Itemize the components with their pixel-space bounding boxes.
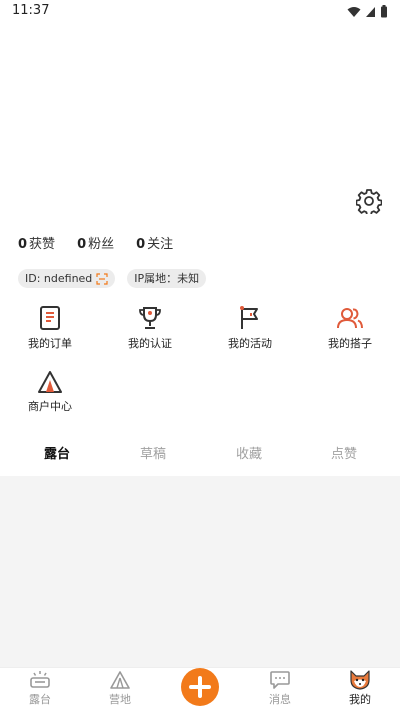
menu-my-orders-label: 我的订单 (28, 337, 72, 350)
battery-icon (381, 5, 387, 18)
menu-my-orders[interactable]: 我的订单 (0, 305, 100, 351)
menu-merchant-center-label: 商户中心 (28, 400, 72, 413)
id-tag[interactable]: ID: ndefined (18, 269, 116, 288)
add-post-button[interactable] (181, 668, 219, 706)
stat-likes[interactable]: 0 获赞 (18, 233, 55, 252)
tab-likes[interactable]: 点赞 (331, 443, 357, 462)
profile-stats: 0 获赞 0 粉丝 0 关注 (18, 233, 195, 252)
profile-tags: ID: ndefined IP属地：未知 (18, 269, 207, 288)
order-icon (40, 306, 60, 330)
menu-my-partners[interactable]: 我的搭子 (300, 305, 400, 351)
stat-fans[interactable]: 0 粉丝 (77, 233, 114, 252)
nav-messages[interactable]: 消息 (250, 670, 310, 707)
nav-camp[interactable]: 营地 (90, 670, 150, 707)
status-icons (347, 5, 388, 18)
tab-favorites[interactable]: 收藏 (236, 443, 262, 462)
tab-drafts[interactable]: 草稿 (140, 443, 166, 462)
content-tabs: 露台 草稿 收藏 点赞 (0, 440, 400, 466)
nav-mine-label: 我的 (349, 693, 371, 706)
menu-my-certification[interactable]: 我的认证 (100, 305, 200, 351)
nav-camp-label: 营地 (109, 693, 131, 706)
menu-my-certification-label: 我的认证 (128, 337, 172, 350)
copy-icon[interactable] (96, 272, 108, 285)
tab-terrace[interactable]: 露台 (44, 443, 70, 462)
terrace-icon (30, 671, 50, 688)
menu-my-activities-label: 我的活动 (228, 337, 272, 350)
stat-following[interactable]: 0 关注 (136, 233, 173, 252)
ip-location-tag: IP属地：未知 (127, 269, 207, 288)
add-icon (189, 676, 211, 698)
menu-my-activities[interactable]: 我的活动 (200, 305, 300, 351)
signal-icon (366, 6, 375, 17)
camp-icon (110, 671, 130, 689)
stat-following-count: 0 (136, 237, 146, 252)
flag-icon (240, 306, 258, 329)
id-tag-text: ID: ndefined (25, 272, 93, 285)
content-area (0, 476, 400, 667)
ip-location-text: IP属地：未知 (134, 272, 200, 285)
nav-messages-label: 消息 (269, 693, 291, 706)
tent-icon (38, 371, 62, 393)
nav-mine[interactable]: 我的 (330, 670, 390, 707)
stat-following-label: 关注 (147, 237, 174, 252)
nav-terrace-label: 露台 (29, 693, 51, 706)
settings-gear-icon[interactable] (356, 188, 382, 214)
stat-likes-label: 获赞 (29, 237, 56, 252)
wifi-icon (347, 6, 361, 17)
menu-my-partners-label: 我的搭子 (328, 337, 372, 350)
status-time: 11:37 (12, 3, 50, 18)
stat-fans-count: 0 (77, 237, 87, 252)
message-icon (270, 671, 290, 689)
trophy-icon (139, 307, 161, 329)
people-icon (337, 308, 363, 329)
nav-terrace[interactable]: 露台 (10, 670, 70, 707)
stat-likes-count: 0 (18, 237, 28, 252)
status-bar: 11:37 (0, 0, 400, 24)
stat-fans-label: 粉丝 (88, 237, 115, 252)
fox-icon (350, 670, 370, 690)
menu-merchant-center[interactable]: 商户中心 (0, 370, 100, 414)
